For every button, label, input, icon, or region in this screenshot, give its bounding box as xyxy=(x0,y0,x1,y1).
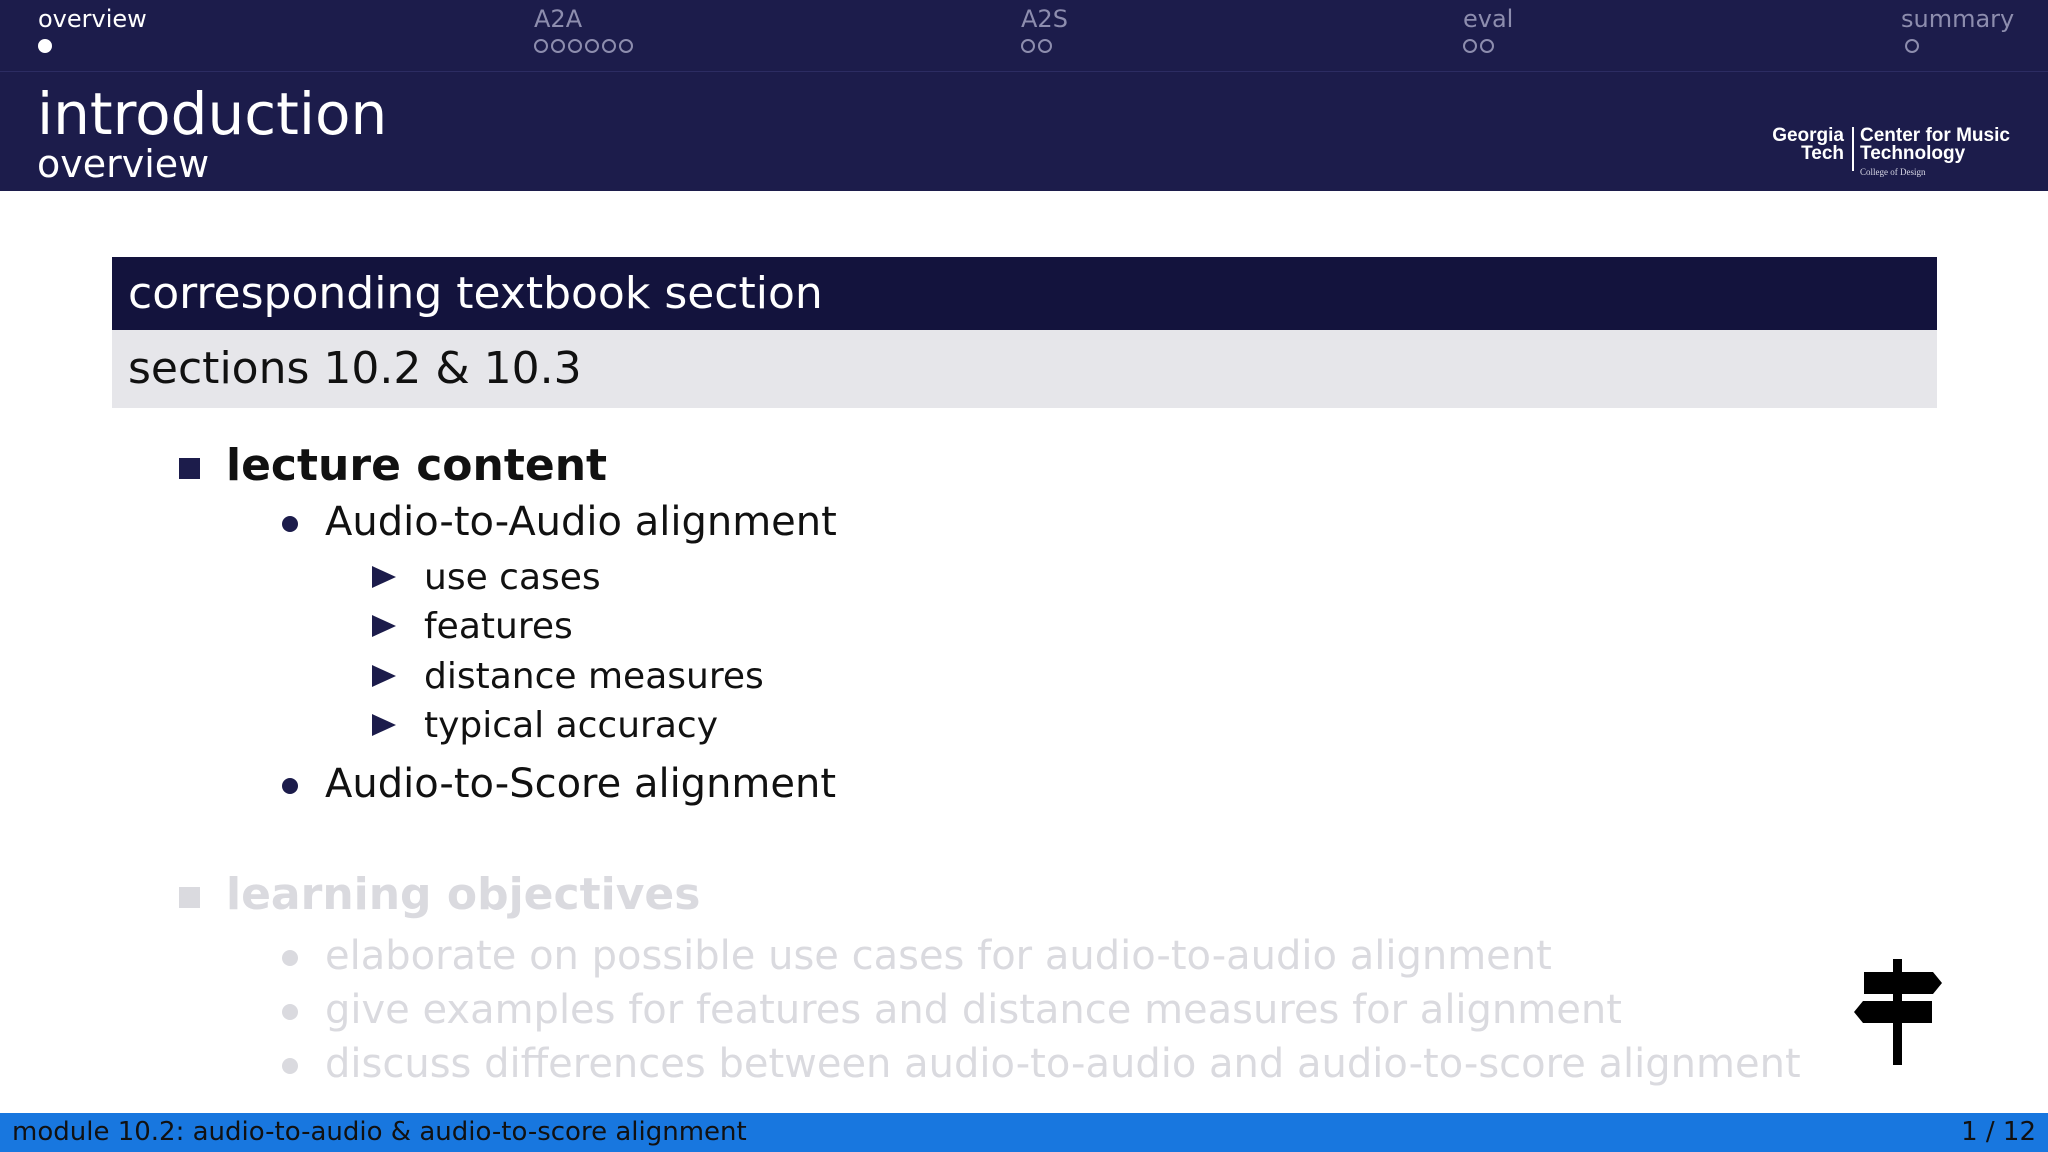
textbook-block: corresponding textbook section sections … xyxy=(112,257,1937,408)
nav-section-label: A2S xyxy=(1021,5,1068,33)
nav-section-label: summary xyxy=(1901,5,2015,33)
triangle-bullet-icon xyxy=(372,566,396,588)
lecture-content-label: lecture content xyxy=(226,440,608,491)
slide-dot[interactable] xyxy=(1021,39,1035,53)
signpost-icon xyxy=(1854,959,1942,1065)
nav-section-eval[interactable]: eval xyxy=(1463,4,1513,54)
slide-dot[interactable] xyxy=(619,39,633,53)
list-subitem-label: features xyxy=(424,606,573,647)
slide-dot-current[interactable] xyxy=(38,39,52,53)
slide-dot[interactable] xyxy=(1480,39,1494,53)
triangle-bullet-icon xyxy=(372,665,396,687)
slide-dots xyxy=(1021,38,1068,54)
logo-line-tech: Tech xyxy=(1801,143,1844,164)
list-item-label: Audio-to-Score alignment xyxy=(325,761,837,807)
objective-label: elaborate on possible use cases for audi… xyxy=(325,933,1552,979)
circle-bullet-icon xyxy=(282,1058,298,1074)
slide-dot[interactable] xyxy=(1463,39,1477,53)
logo-separator xyxy=(1852,127,1854,171)
frame-title-band: introduction overview Georgia Tech Cente… xyxy=(0,72,2048,191)
nav-section-a2a[interactable]: A2A xyxy=(534,4,633,54)
slide-dot[interactable] xyxy=(551,39,565,53)
slide-dot[interactable] xyxy=(568,39,582,53)
logo-line-technology: Technology xyxy=(1860,143,1966,164)
nav-section-label: overview xyxy=(38,5,147,33)
circle-bullet-icon xyxy=(282,1004,298,1020)
triangle-bullet-icon xyxy=(372,714,396,736)
logo-center-name: Center for Music Technology xyxy=(1860,126,2010,164)
slide-dot[interactable] xyxy=(1905,39,1919,53)
frame-subtitle: overview xyxy=(37,142,210,186)
slide-dot[interactable] xyxy=(585,39,599,53)
georgia-tech-cmt-logo: Georgia Tech Center for Music Technology… xyxy=(1756,126,2026,183)
list-subitem-label: use cases xyxy=(424,557,601,598)
slide-dots xyxy=(534,38,633,54)
section-navigation: overview A2A A2S eval summary xyxy=(0,0,2048,72)
block-body: sections 10.2 & 10.3 xyxy=(112,330,1937,408)
footer-page-number: 1 / 12 xyxy=(1961,1117,2036,1147)
triangle-bullet-icon xyxy=(372,615,396,637)
logo-college: College of Design xyxy=(1860,167,1926,177)
block-title: corresponding textbook section xyxy=(112,257,1937,330)
slide-dots xyxy=(1463,38,1513,54)
nav-section-label: eval xyxy=(1463,5,1514,33)
objective-label: discuss differences between audio-to-aud… xyxy=(325,1041,1801,1087)
nav-section-label: A2A xyxy=(534,5,583,33)
list-subitem-label: distance measures xyxy=(424,656,764,697)
slide-dots xyxy=(1901,38,2014,54)
footer-bar: module 10.2: audio-to-audio & audio-to-s… xyxy=(0,1113,2048,1152)
square-bullet-icon xyxy=(179,887,200,908)
slide-dot[interactable] xyxy=(602,39,616,53)
objective-label: give examples for features and distance … xyxy=(325,987,1622,1033)
circle-bullet-icon xyxy=(282,516,298,532)
square-bullet-icon xyxy=(179,458,200,479)
logo-georgia-tech: Georgia Tech xyxy=(1756,126,1844,164)
slide-dot[interactable] xyxy=(534,39,548,53)
nav-section-overview[interactable]: overview xyxy=(38,4,147,54)
learning-objectives-label: learning objectives xyxy=(226,869,701,920)
circle-bullet-icon xyxy=(282,778,298,794)
slide-dot[interactable] xyxy=(1038,39,1052,53)
circle-bullet-icon xyxy=(282,950,298,966)
list-subitem-label: typical accuracy xyxy=(424,705,718,746)
footer-module-title: module 10.2: audio-to-audio & audio-to-s… xyxy=(12,1117,747,1147)
nav-section-a2s[interactable]: A2S xyxy=(1021,4,1068,54)
nav-section-summary[interactable]: summary xyxy=(1901,4,2014,54)
list-item-label: Audio-to-Audio alignment xyxy=(325,499,837,545)
slide-dots xyxy=(38,38,147,54)
